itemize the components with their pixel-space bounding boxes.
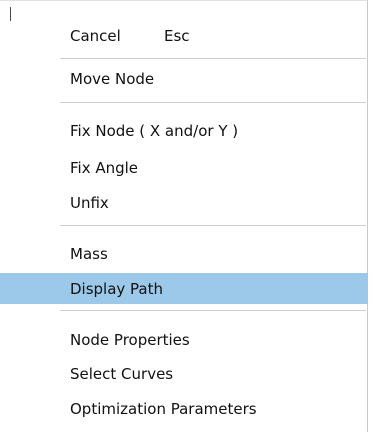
menu-separator bbox=[60, 310, 366, 311]
menu-item-node-properties[interactable]: Node Properties bbox=[0, 324, 368, 355]
menu-item-display-path[interactable]: Display Path bbox=[0, 273, 368, 304]
menu-item-mass[interactable]: Mass bbox=[0, 238, 368, 269]
menu-item-optimization-parameters[interactable]: Optimization Parameters bbox=[0, 393, 368, 424]
menu-separator bbox=[60, 58, 366, 59]
menu-item-move-node[interactable]: Move Node bbox=[0, 63, 368, 94]
menu-item-label: Fix Angle bbox=[70, 158, 139, 177]
menu-item-label: Optimization Parameters bbox=[70, 399, 257, 418]
menu-separator bbox=[60, 225, 366, 226]
menu-item-label: Unfix bbox=[70, 193, 109, 212]
menu-item-fix-node[interactable]: Fix Node ( X and/or Y ) bbox=[0, 115, 368, 146]
menu-item-label: Cancel bbox=[70, 26, 121, 45]
menu-item-shortcut: Esc bbox=[164, 26, 190, 45]
menu-item-label: Mass bbox=[70, 244, 108, 263]
menu-item-cancel[interactable]: Cancel Esc bbox=[0, 20, 368, 51]
menu-item-label: Move Node bbox=[70, 69, 155, 88]
menu-item-label: Fix Node ( X and/or Y ) bbox=[70, 121, 239, 140]
menu-item-select-curves[interactable]: Select Curves bbox=[0, 358, 368, 389]
menu-item-label: Select Curves bbox=[70, 364, 174, 383]
window-edge-mark bbox=[10, 7, 11, 21]
menu-item-label: Display Path bbox=[70, 279, 164, 298]
menu-item-fix-angle[interactable]: Fix Angle bbox=[0, 152, 368, 183]
menu-separator bbox=[60, 102, 366, 103]
menu-item-label: Node Properties bbox=[70, 330, 190, 349]
menu-item-unfix[interactable]: Unfix bbox=[0, 187, 368, 218]
context-menu: Cancel Esc Move Node Fix Node ( X and/or… bbox=[0, 0, 368, 432]
